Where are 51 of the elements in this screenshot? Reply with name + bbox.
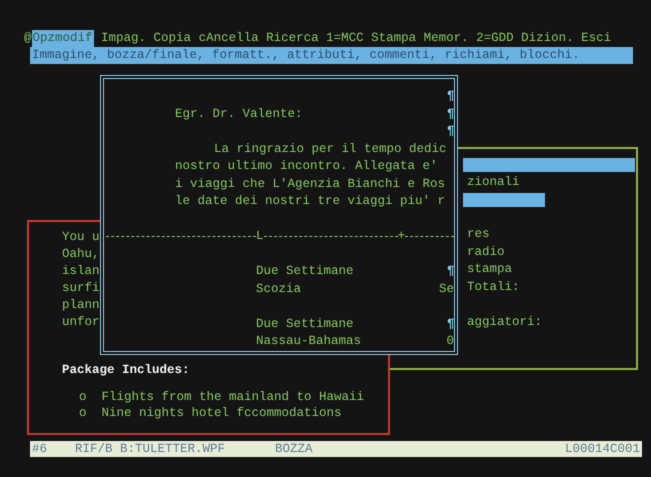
page-number: #6 [32,441,48,457]
text-line: unfor [62,315,100,329]
text-line: Egr. Dr. Valente: [175,106,303,122]
table-cell-text: Nassau-Bahamas [256,333,362,350]
bullet-text: Nine nights hotel fccommodations [102,405,342,421]
ruler-tab-marker: + [398,228,406,245]
menu-hint: Immagine, bozza/finale, formatt., attributi, commenti, richiami, blocchi. [30,47,633,64]
text-line: You u [62,230,100,244]
text-line: Oahu, [62,247,100,261]
text-line: le date dei nostri tre viaggi piu' r [175,193,446,210]
bullet-text: Flights from the mainland to Hawaii [102,389,364,405]
text-line: stampa [467,261,512,278]
text-line: La ringrazio per il tempo dedic [214,140,447,158]
text-line: i viaggi che L'Agenzia Bianchi e Ros [175,176,446,192]
text-line: surfi [62,281,100,295]
ruler-margin-marker: L [256,228,264,245]
menu-item[interactable]: Dizion. [521,30,574,47]
text-line: radio [467,244,505,260]
table-cell-text: Scozia [256,280,302,298]
table-cell-text: Se [438,280,454,298]
bullet-marker: o [79,389,87,405]
menu-item[interactable]: Esci [581,30,612,47]
text-line: plann [62,298,100,312]
text-line: res [467,226,490,243]
menu-item[interactable]: Ricerca [266,30,319,47]
paragraph-mark: ¶ [447,88,454,105]
bullet-marker: o [79,405,87,421]
cursor-position: L00014C001 [564,441,640,457]
menu-marker: @ [24,30,32,47]
text-line: islan [62,264,100,278]
file-name: RIF/B B:TULETTER.WPF [75,441,226,457]
menu-item[interactable]: Memor. [424,30,469,47]
text-line: zionali [467,174,520,190]
text-line: nostro ultimo incontro. Allegata e' [175,158,438,175]
menu-item[interactable]: Impag. [101,30,146,47]
table-cell-text: 0 [446,333,454,350]
menu-item[interactable]: 1=MCC [326,30,364,47]
table-cell-text: Due Settimane [256,263,354,280]
menu-item[interactable]: 2=GDD [476,30,514,47]
menu-item[interactable]: Stampa [371,30,416,47]
text-line: aggiatori: [467,314,542,330]
section-heading: Package Includes: [62,363,190,377]
menu-item[interactable]: cAncella [198,30,259,47]
paragraph-mark: ¶ [447,263,454,280]
menu-item[interactable]: Copia [154,30,192,47]
table-cell-text: Due Settimane [256,316,354,332]
paragraph-mark: ¶ [447,316,454,332]
paragraph-mark: ¶ [447,123,454,140]
mode-label: BOZZA [275,441,314,457]
paragraph-mark: ¶ [447,106,454,122]
text-line: Totali: [467,278,520,296]
